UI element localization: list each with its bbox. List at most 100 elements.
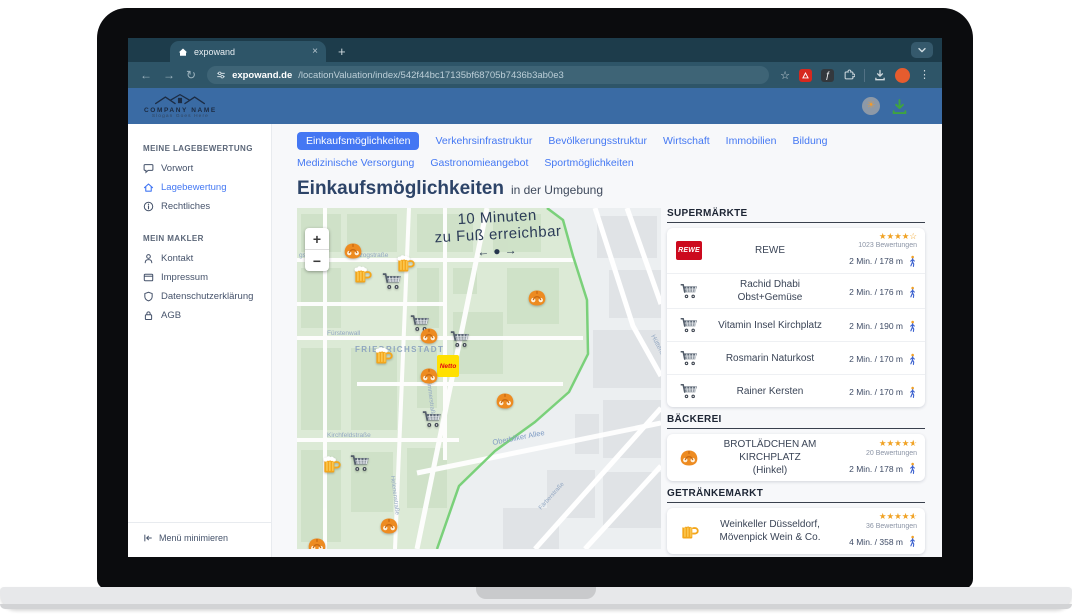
extensions-puzzle-icon[interactable] [843, 69, 855, 81]
downloads-icon[interactable] [874, 69, 886, 81]
site-page: COMPANY NAME Slogan Goes Here MEINE LAGE… [128, 88, 942, 557]
review-count: 1023 Bewertungen [837, 242, 917, 249]
poi-row[interactable]: Rainer Kersten 2 Min. / 170 m [667, 374, 925, 407]
tab-einkaufsmoeglichkeiten[interactable]: Einkaufsmöglichkeiten [297, 132, 419, 150]
rating-stars: ★★★★★☆ [837, 439, 917, 448]
section-supermaerkte: SUPERMÄRKTE REWE REWE ★★★★☆ 1023 Bewertu… [667, 208, 925, 407]
sidebar-section-title: MEIN MAKLER [143, 234, 271, 243]
tab-verkehrsinfrastruktur[interactable]: Verkehrsinfrastruktur [435, 135, 532, 147]
map-marker-beer[interactable] [321, 455, 341, 475]
map-marker-pretzel[interactable] [379, 516, 399, 536]
walking-person-icon [908, 386, 917, 399]
map-marker-beer[interactable] [373, 346, 393, 366]
person-icon [143, 253, 154, 264]
url-path: /locationValuation/index/542f44bc17135bf… [298, 70, 564, 81]
street-label: Fürstenwall [327, 330, 361, 337]
beer-mug-icon [679, 521, 699, 541]
new-tab-button[interactable]: + [338, 45, 346, 58]
map-marker-beer[interactable] [352, 265, 372, 285]
header-actions [862, 97, 926, 115]
tab-medizinische-versorgung[interactable]: Medizinische Versorgung [297, 157, 414, 169]
reload-icon[interactable]: ↻ [186, 69, 196, 81]
info-icon [143, 201, 154, 212]
sidebar-item-rechtliches[interactable]: Rechtliches [143, 197, 271, 216]
tab-wirtschaft[interactable]: Wirtschaft [663, 135, 710, 147]
poi-row-rewe[interactable]: REWE REWE ★★★★☆ 1023 Bewertungen 2 Min. … [667, 228, 925, 273]
review-count: 20 Bewertungen [837, 450, 917, 457]
tab-bevoelkerungsstruktur[interactable]: Bevölkerungsstruktur [548, 135, 647, 147]
map-marker-pretzel[interactable] [419, 366, 439, 386]
cart-icon [679, 281, 699, 301]
tab-search-chevron-button[interactable] [911, 42, 933, 58]
pdf-glyph-icon [801, 71, 810, 80]
url-bar[interactable]: expowand.de/locationValuation/index/542f… [207, 66, 769, 84]
map-marker-pretzel[interactable] [307, 536, 327, 549]
tab-bildung[interactable]: Bildung [792, 135, 827, 147]
pdf-extension-icon[interactable] [799, 69, 812, 82]
sidebar-item-lagebewertung[interactable]: Lagebewertung [143, 178, 271, 197]
collapse-menu-button[interactable]: Menü minimieren [128, 522, 271, 557]
map-marker-pretzel[interactable] [419, 326, 439, 346]
sidebar-item-impressum[interactable]: Impressum [143, 268, 271, 287]
review-count: 36 Bewertungen [837, 523, 917, 530]
tab-gastronomieangebot[interactable]: Gastronomieangebot [430, 157, 528, 169]
tab-title: expowand [194, 47, 235, 57]
browser-window: expowand × + ← → ↻ expowand.de/locationV… [128, 38, 942, 557]
walk-time: 2 Min. / 170 m [849, 387, 903, 397]
walk-time: 2 Min. / 176 m [849, 287, 903, 297]
poi-row-baeckerei[interactable]: BROTLÄDCHEN AM KIRCHPLATZ (Hinkel) ★★★★★… [667, 434, 925, 481]
poi-name: BROTLÄDCHEN AM KIRCHPLATZ [724, 439, 817, 463]
theme-toggle-sun-icon[interactable] [862, 97, 880, 115]
rating-stars: ★★★★★☆ [837, 512, 917, 521]
map[interactable]: gstraße Herzogstraße Fürstenwall Kirchfe… [297, 208, 661, 549]
poi-row[interactable]: Vitamin Insel Kirchplatz 2 Min. / 190 m [667, 308, 925, 341]
company-logo[interactable]: COMPANY NAME Slogan Goes Here [144, 93, 217, 119]
street-label: Kirchfeldstraße [327, 432, 371, 439]
tab-favicon-house-icon [178, 47, 188, 57]
company-name: COMPANY NAME [144, 107, 217, 114]
poi-row-getraenke[interactable]: Weinkeller Düsseldorf, Mövenpick Wein & … [667, 508, 925, 553]
sidebar-item-kontakt[interactable]: Kontakt [143, 249, 271, 268]
tab-close-icon[interactable]: × [312, 47, 318, 57]
house-icon [143, 182, 154, 193]
walking-person-icon [908, 462, 917, 475]
map-marker-pretzel[interactable] [527, 288, 547, 308]
map-marker-cart[interactable] [349, 452, 371, 474]
sidebar-item-agb[interactable]: AGB [143, 306, 271, 325]
tab-immobilien[interactable]: Immobilien [726, 135, 777, 147]
browser-tab[interactable]: expowand × [170, 41, 326, 62]
export-download-icon[interactable] [891, 98, 908, 115]
back-icon[interactable]: ← [140, 69, 152, 81]
profile-avatar[interactable] [895, 68, 910, 83]
sidebar-item-datenschutz[interactable]: Datenschutzerklärung [143, 287, 271, 306]
zoom-in-button[interactable]: + [305, 228, 329, 249]
map-marker-cart[interactable] [449, 328, 471, 350]
rating-stars: ★★★★☆ [837, 232, 917, 241]
tab-sportmoeglichkeiten[interactable]: Sportmöglichkeiten [544, 157, 633, 169]
map-marker-pretzel[interactable] [495, 391, 515, 411]
section-title: SUPERMÄRKTE [667, 208, 925, 223]
walking-person-icon [908, 255, 917, 268]
map-marker-netto[interactable]: Netto [437, 355, 459, 377]
map-marker-cart[interactable] [381, 270, 403, 292]
district-label: FRIEDRICHSTADT [355, 345, 444, 354]
window-icon [143, 272, 154, 283]
browser-toolbar: ← → ↻ expowand.de/locationValuation/inde… [128, 62, 942, 88]
poi-row[interactable]: Rachid Dhabi Obst+Gemüse 2 Min. / 176 m [667, 273, 925, 308]
site-header: COMPANY NAME Slogan Goes Here [128, 88, 942, 124]
poi-name: REWE [709, 244, 831, 257]
bookmark-star-icon[interactable]: ☆ [780, 69, 790, 82]
map-marker-pretzel[interactable] [343, 241, 363, 261]
site-info-icon[interactable] [216, 70, 226, 80]
map-marker-cart[interactable] [421, 408, 443, 430]
forward-icon[interactable]: → [163, 69, 175, 81]
fonts-extension-icon[interactable] [821, 69, 834, 82]
poi-row[interactable]: Rosmarin Naturkost 2 Min. / 170 m [667, 341, 925, 374]
comment-icon [143, 163, 154, 174]
laptop-screen-frame: expowand × + ← → ↻ expowand.de/locationV… [97, 8, 973, 589]
poi-name: Weinkeller Düsseldorf, [720, 519, 820, 530]
zoom-out-button[interactable]: − [305, 249, 329, 271]
browser-menu-icon[interactable]: ⋮ [919, 70, 930, 81]
walking-person-icon [908, 535, 917, 548]
sidebar-item-vorwort[interactable]: Vorwort [143, 159, 271, 178]
